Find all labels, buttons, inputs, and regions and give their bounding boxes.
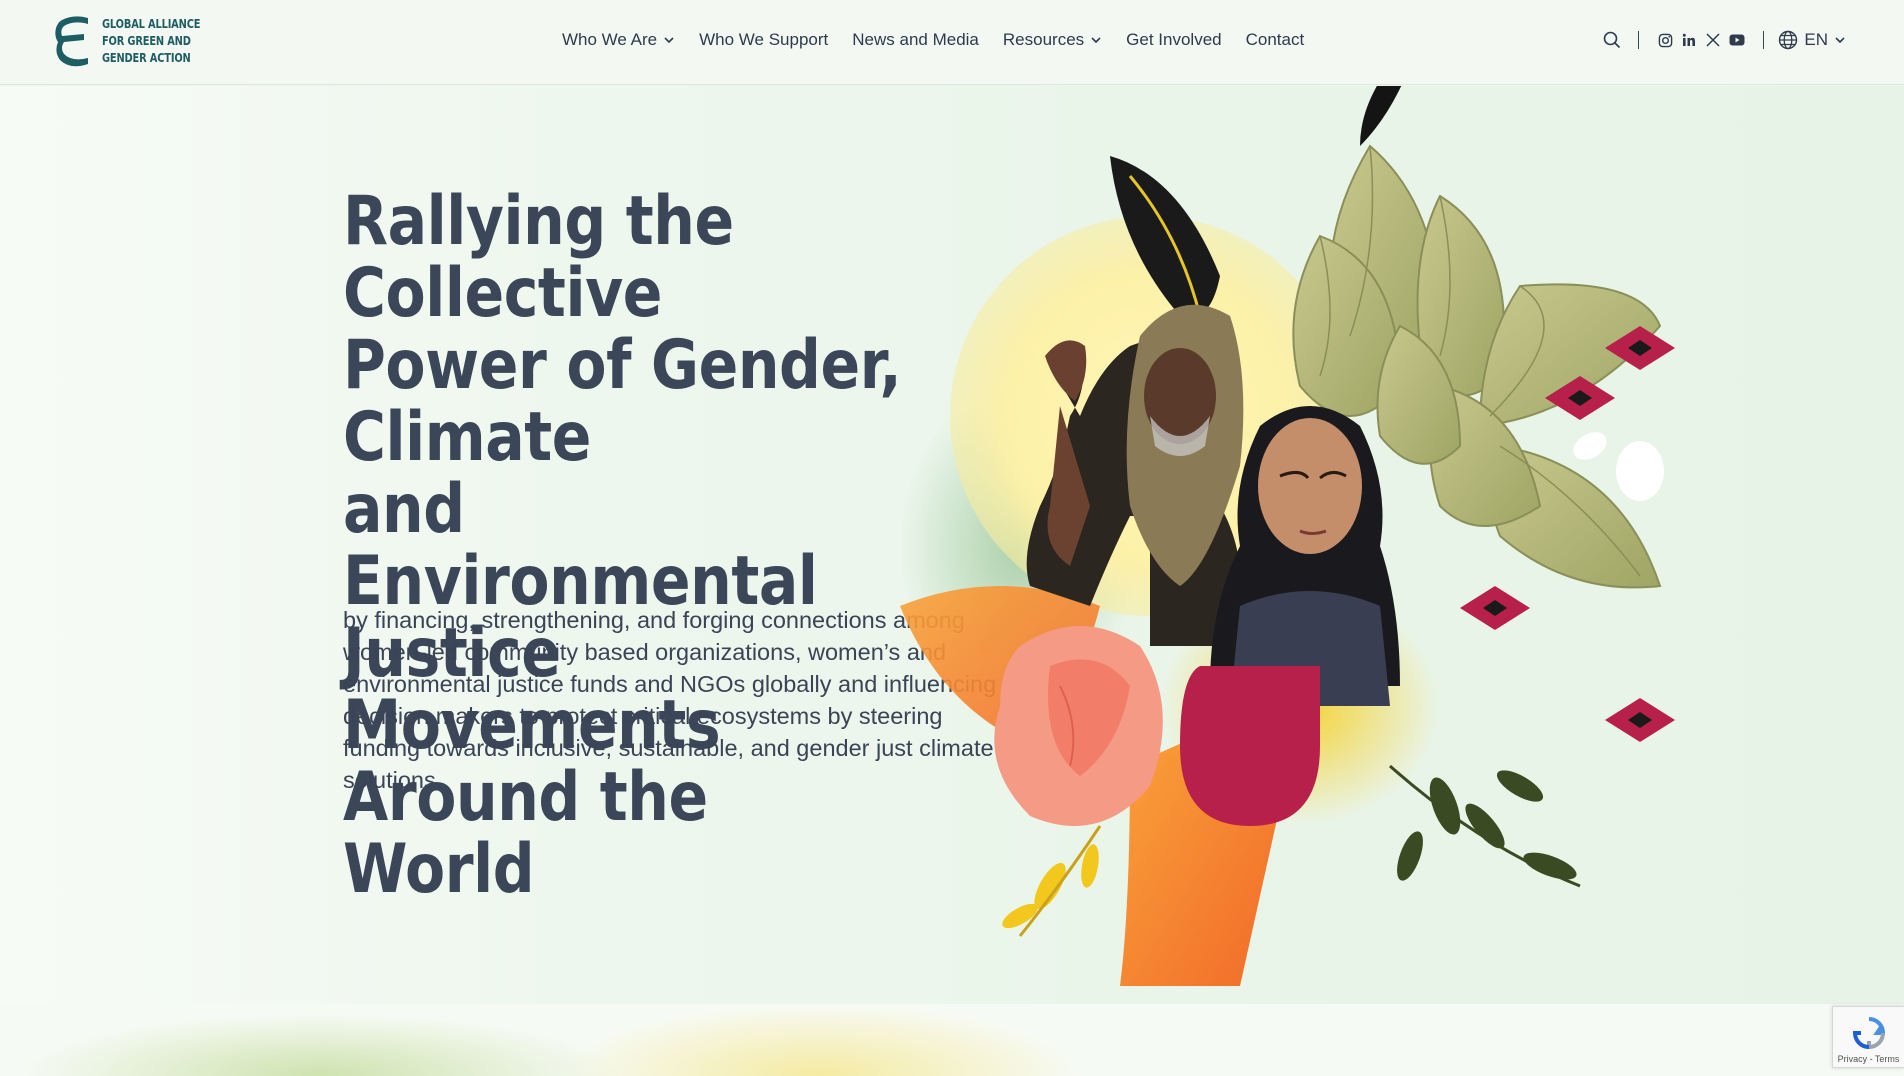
nav-get-involved-label: Get Involved [1126,30,1222,49]
logo-mark-icon [55,16,88,67]
youtube-link[interactable] [1725,28,1749,52]
hero-title-line: Rallying the Collective [343,182,734,333]
site-header: GLOBAL ALLIANCE FOR GREEN AND GENDER ACT… [0,0,1904,85]
language-selector[interactable]: EN [1778,30,1846,50]
nav-resources-label: Resources [1002,30,1085,49]
nav-news-and-media[interactable]: News and Media [852,30,979,50]
logo-line-2: FOR GREEN AND [102,33,191,48]
hero-section: Rallying the Collective Power of Gender,… [0,86,1904,1004]
recaptcha-terms: Privacy - Terms [1837,1054,1900,1064]
nav-who-we-support-label: Who We Support [699,30,829,49]
recaptcha-badge[interactable]: Privacy - Terms [1832,1006,1904,1068]
search-icon [1604,31,1621,49]
chevron-down-icon [1091,37,1101,44]
youtube-icon [1729,34,1745,46]
hero-title-line: Power of Gender, Climate [343,326,902,477]
nav-who-we-support[interactable]: Who We Support [699,30,828,50]
next-section-preview [0,1004,1904,1076]
hero-title-line: and Environmental [343,470,818,621]
linkedin-link[interactable] [1677,28,1701,52]
social-links [1653,28,1749,52]
nav-contact[interactable]: Contact [1246,30,1305,50]
divider [1638,31,1640,49]
main-nav: Who We Are Who We Support News and Media… [562,30,1328,50]
nav-resources[interactable]: Resources [1003,30,1102,50]
nav-get-involved[interactable]: Get Involved [1126,30,1221,50]
recaptcha-icon [1852,1017,1885,1050]
divider [1763,31,1765,49]
chevron-down-icon [1835,37,1845,44]
x-icon [1706,33,1720,47]
x-link[interactable] [1701,28,1725,52]
search-button[interactable] [1600,28,1624,52]
instagram-icon [1658,33,1673,47]
header-tools: EN [1600,28,1846,52]
hero-title: Rallying the Collective Power of Gender,… [343,186,911,906]
site-logo[interactable]: GLOBAL ALLIANCE FOR GREEN AND GENDER ACT… [54,14,272,68]
chevron-down-icon [664,37,674,44]
globe-icon [1779,30,1798,50]
hero-collage-image [900,86,1675,986]
linkedin-icon [1683,33,1696,46]
language-label: EN [1804,30,1828,49]
nav-contact-label: Contact [1245,30,1305,49]
nav-news-and-media-label: News and Media [852,30,979,49]
logo-wordmark: GLOBAL ALLIANCE FOR GREEN AND GENDER ACT… [102,16,241,67]
logo-line-1: GLOBAL ALLIANCE [102,16,201,31]
instagram-link[interactable] [1653,28,1677,52]
logo-line-3: GENDER ACTION [102,50,191,65]
nav-who-we-are[interactable]: Who We Are [562,30,675,50]
nav-who-we-are-label: Who We Are [562,30,658,49]
